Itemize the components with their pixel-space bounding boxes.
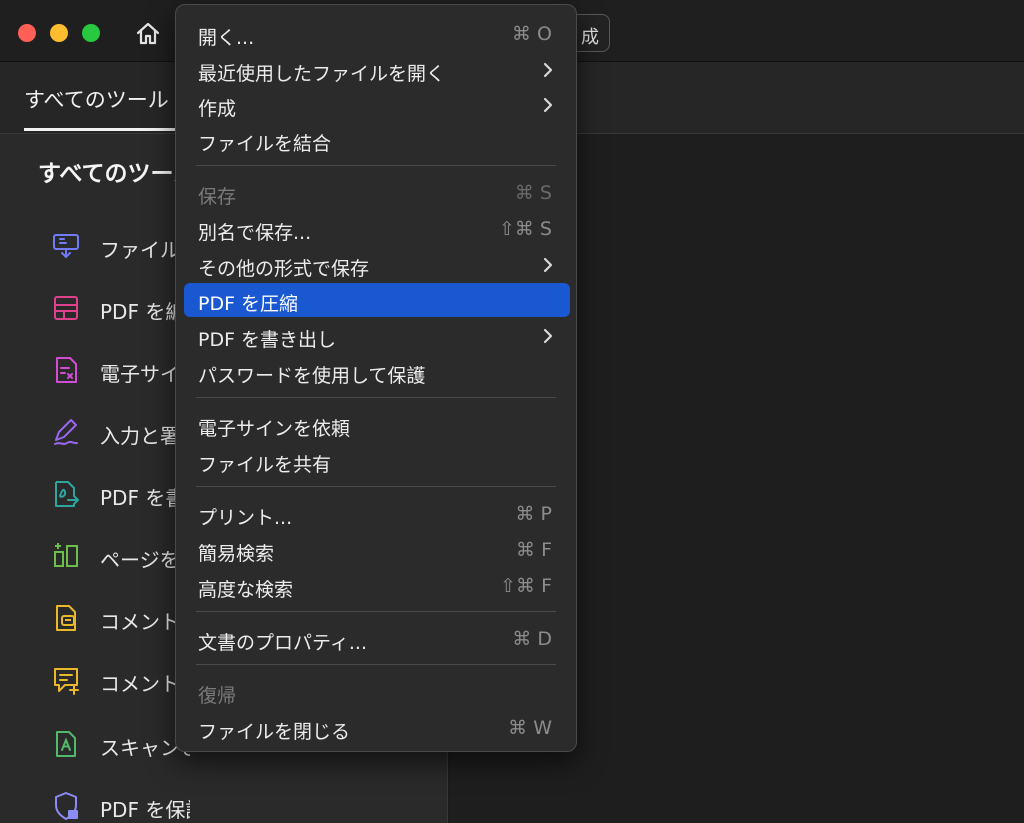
- chevron-right-icon: [543, 97, 553, 113]
- menu-item-shortcut: ⌘ O: [512, 23, 552, 45]
- menu-item-save-as-other[interactable]: その他の形式で保存: [184, 248, 570, 282]
- menu-separator: [196, 397, 556, 398]
- organize-pages-icon: [54, 543, 78, 567]
- comment-icon: [56, 605, 76, 631]
- menu-item-label: ファイルを共有: [198, 454, 332, 476]
- menu-item-label: 簡易検索: [198, 543, 275, 565]
- scan-ocr-icon: [56, 731, 76, 757]
- menu-item-save: 保存 ⌘ S: [184, 176, 570, 210]
- menu-item-label: ファイルを結合: [198, 133, 332, 155]
- menu-item-label: 最近使用したファイルを開く: [198, 63, 446, 85]
- tool-item-comment-add[interactable]: コメント: [50, 660, 190, 700]
- zoom-window-button[interactable]: [82, 24, 100, 42]
- menu-item-share-file[interactable]: ファイルを共有: [184, 444, 570, 478]
- menu-item-close-file[interactable]: ファイルを閉じる ⌘ W: [184, 711, 570, 745]
- minimize-window-button[interactable]: [50, 24, 68, 42]
- menu-separator: [196, 664, 556, 665]
- tab-all-tools[interactable]: すべてのツール: [24, 84, 178, 114]
- menu-item-label: 高度な検索: [198, 579, 294, 601]
- tool-item-fill-sign[interactable]: 入力と署名: [50, 412, 190, 452]
- menu-item-label: 開く...: [198, 27, 255, 49]
- menu-item-revert: 復帰: [184, 675, 570, 709]
- menu-item-advanced-search[interactable]: 高度な検索 ⇧⌘ F: [184, 569, 570, 603]
- tool-item-comment[interactable]: コメント: [50, 598, 190, 638]
- menu-item-shortcut: ⌘ D: [512, 628, 552, 650]
- export-pdf-icon: [55, 481, 80, 507]
- fill-sign-icon: [54, 419, 78, 445]
- edit-pdf-icon: [54, 296, 78, 320]
- menu-item-compress-pdf[interactable]: PDF を圧縮: [184, 283, 570, 317]
- menu-item-label: PDF を書き出し: [198, 329, 337, 351]
- menu-item-combine-files[interactable]: ファイルを結合: [184, 123, 570, 157]
- tool-label: コメント: [100, 672, 180, 696]
- home-icon[interactable]: [134, 20, 162, 46]
- tool-item-organize-pages[interactable]: ページを整理: [50, 536, 190, 576]
- menu-item-shortcut: ⌘ F: [516, 539, 552, 561]
- comment-add-icon: [54, 668, 79, 695]
- menu-item-label: 文書のプロパティ...: [198, 632, 367, 654]
- menu-separator: [196, 611, 556, 612]
- menu-item-shortcut: ⌘ S: [514, 182, 552, 204]
- menu-item-shortcut: ⇧⌘ S: [498, 218, 552, 240]
- panel-title: すべてのツール: [38, 161, 178, 187]
- menu-item-label: 作成: [198, 98, 237, 120]
- menu-item-shortcut: ⇧⌘ F: [500, 575, 552, 597]
- menu-item-label: 電子サインを依頼: [198, 418, 351, 440]
- close-window-button[interactable]: [18, 24, 36, 42]
- menu-item-save-as[interactable]: 別名で保存... ⇧⌘ S: [184, 212, 570, 246]
- tool-item-esign[interactable]: 電子サイン: [50, 350, 190, 390]
- menu-separator: [196, 486, 556, 487]
- menu-item-shortcut: ⌘ W: [508, 717, 552, 739]
- menu-item-protect-password[interactable]: パスワードを使用して保護: [184, 355, 570, 389]
- menu-item-label: その他の形式で保存: [198, 258, 370, 280]
- menu-separator: [196, 165, 556, 166]
- menu-item-label: ファイルを閉じる: [198, 721, 351, 743]
- menu-item-label: 保存: [198, 186, 237, 208]
- file-menu: 開く... ⌘ O 最近使用したファイルを開く 作成 ファイルを結合 保存 ⌘ …: [175, 4, 577, 752]
- menu-item-find[interactable]: 簡易検索 ⌘ F: [184, 533, 570, 567]
- chevron-right-icon: [543, 257, 553, 273]
- tool-label: PDF を保護: [100, 798, 190, 822]
- menu-item-export-pdf[interactable]: PDF を書き出し: [184, 319, 570, 353]
- chevron-right-icon: [543, 328, 553, 344]
- menu-item-open[interactable]: 開く... ⌘ O: [184, 17, 570, 51]
- menu-item-shortcut: ⌘ P: [515, 503, 553, 525]
- protect-pdf-icon: [55, 792, 78, 820]
- tool-item-file[interactable]: ファイル: [50, 226, 190, 266]
- tool-item-protect-pdf[interactable]: PDF を保護: [50, 786, 190, 823]
- esign-icon: [56, 357, 77, 383]
- tool-label: コメント: [100, 610, 180, 634]
- tool-item-export-pdf[interactable]: PDF を書き出し: [50, 474, 190, 514]
- menu-item-print[interactable]: プリント... ⌘ P: [184, 497, 570, 531]
- menu-item-label: パスワードを使用して保護: [198, 365, 426, 387]
- menu-item-document-properties[interactable]: 文書のプロパティ... ⌘ D: [184, 622, 570, 656]
- menu-item-label: 復帰: [198, 685, 237, 707]
- menu-item-label: 別名で保存...: [198, 222, 312, 244]
- menu-item-open-recent[interactable]: 最近使用したファイルを開く: [184, 53, 570, 87]
- chevron-right-icon: [543, 62, 553, 78]
- tool-label: ファイル: [100, 238, 180, 262]
- tool-item-scan-ocr[interactable]: スキャンとOCR: [50, 724, 190, 764]
- active-tab-indicator: [24, 128, 176, 131]
- file-convert-icon: [53, 234, 79, 259]
- menu-item-label: プリント...: [198, 507, 293, 529]
- tool-item-edit-pdf[interactable]: PDF を編集: [50, 288, 190, 328]
- menu-item-label: PDF を圧縮: [198, 293, 299, 315]
- menu-item-create[interactable]: 作成: [184, 88, 570, 122]
- menu-item-request-esign[interactable]: 電子サインを依頼: [184, 408, 570, 442]
